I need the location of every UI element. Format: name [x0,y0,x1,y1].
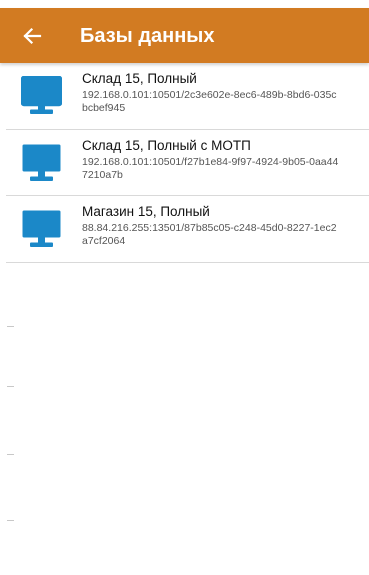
database-address: 192.168.0.101:10501/f27b1e84-9f97-4924-9… [82,156,339,181]
database-name: Склад 15, Полный [82,71,197,86]
database-list-screen: Базы данных Склад 15, Полный 192.168.0.1… [0,0,369,575]
monitor-icon [21,143,62,183]
scroll-mark [7,386,14,387]
app-bar: Базы данных [0,8,369,63]
database-item-3[interactable]: Магазин 15, Полный 88.84.216.255:13501/8… [6,196,369,263]
page-title: Базы данных [80,25,215,47]
database-item-text: Склад 15, Полный с МОТП 192.168.0.101:10… [82,138,362,182]
database-address: 192.168.0.101:10501/2c3e602e-8ec6-489b-8… [82,89,337,114]
scroll-mark [7,454,14,455]
database-name: Магазин 15, Полный [82,204,210,219]
database-item-text: Склад 15, Полный 192.168.0.101:10501/2c3… [82,71,362,115]
database-address: 88.84.216.255:13501/87b85c05-c248-45d0-8… [82,222,337,247]
database-list: Склад 15, Полный 192.168.0.101:10501/2c3… [6,63,369,263]
database-item-2[interactable]: Склад 15, Полный с МОТП 192.168.0.101:10… [6,130,369,196]
arrow-left-icon [23,27,42,45]
scroll-mark [7,520,14,521]
database-item-text: Магазин 15, Полный 88.84.216.255:13501/8… [82,204,362,248]
monitor-icon [21,209,62,249]
scroll-mark [7,326,14,327]
back-button[interactable] [14,18,50,54]
database-item-1[interactable]: Склад 15, Полный 192.168.0.101:10501/2c3… [6,63,369,130]
database-name: Склад 15, Полный с МОТП [82,138,251,153]
monitor-icon [21,76,62,116]
